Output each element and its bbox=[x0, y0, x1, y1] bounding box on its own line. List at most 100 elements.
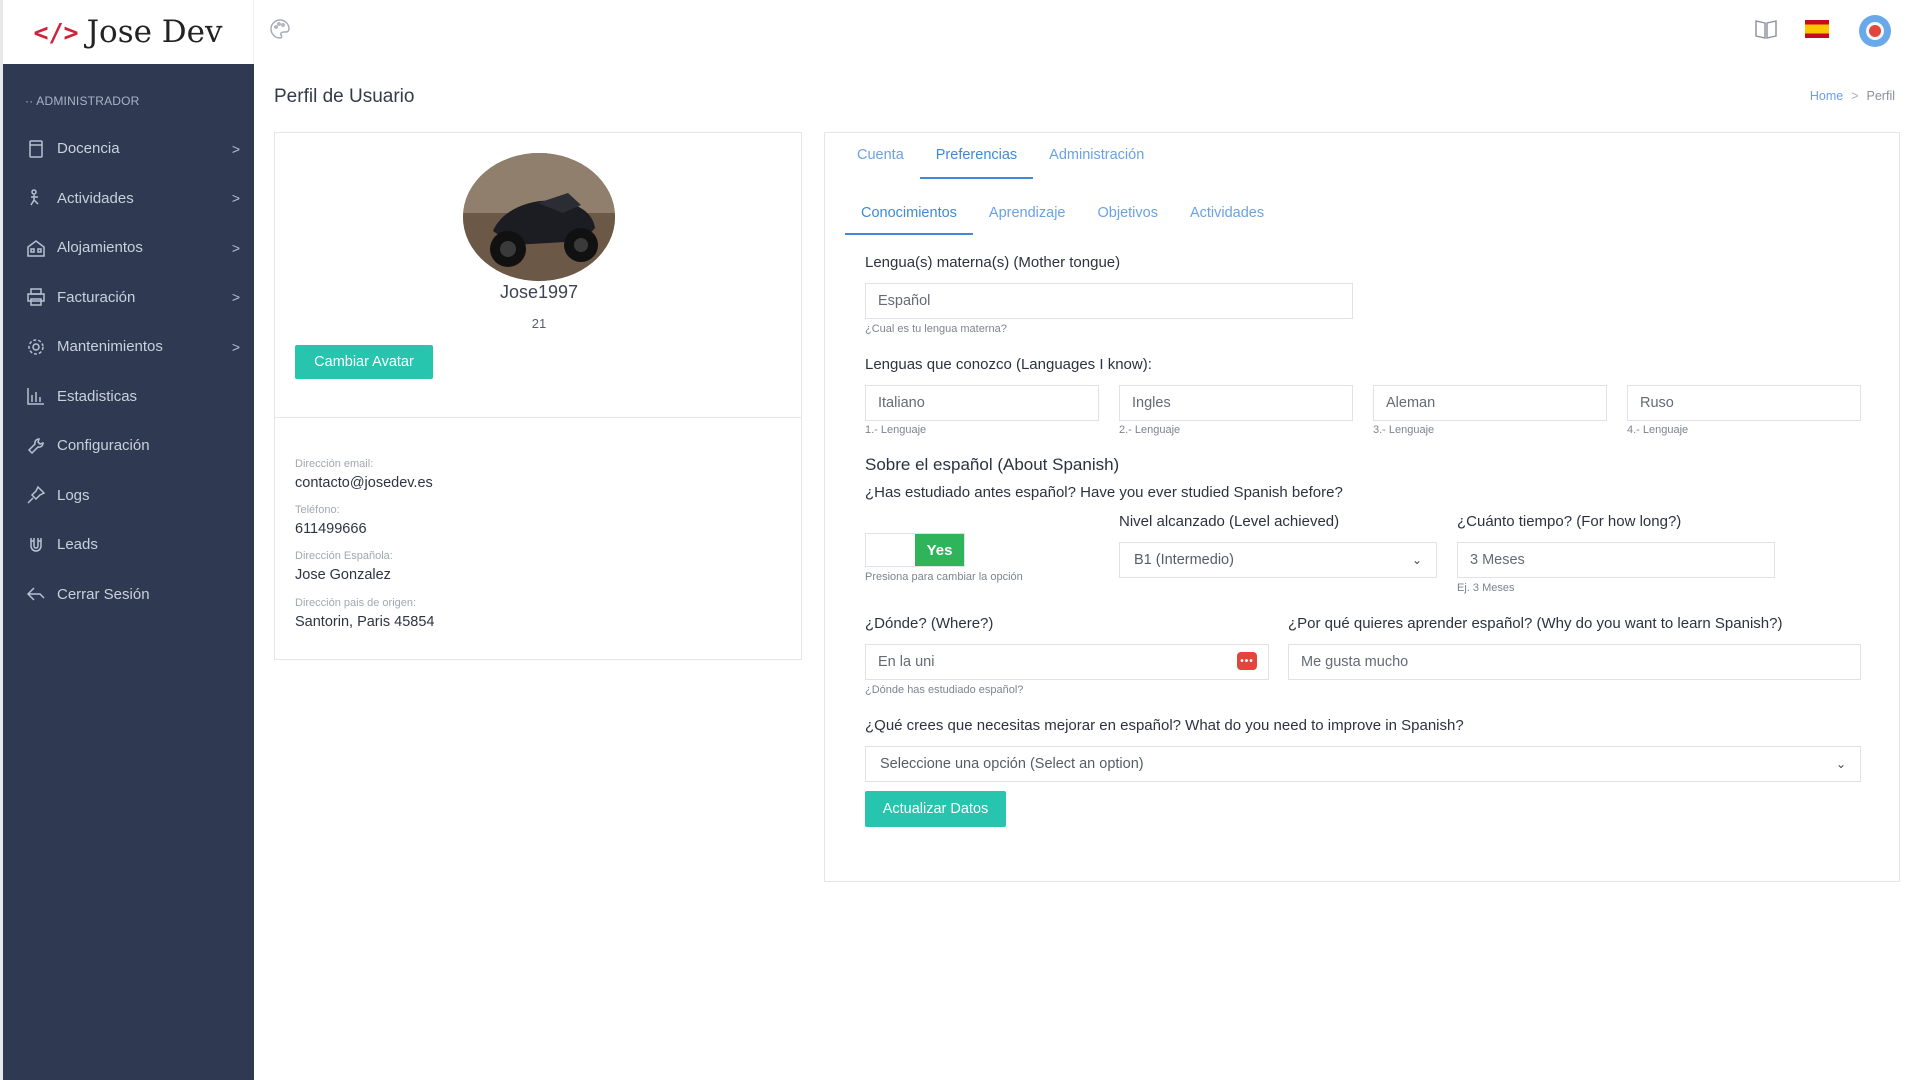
spanish-address-label: Dirección Española: bbox=[295, 550, 393, 562]
known-languages-label: Lenguas que conozco (Languages I know): bbox=[865, 356, 1152, 373]
improve-placeholder: Seleccione una opción (Select an option) bbox=[880, 756, 1144, 772]
profile-card: Jose1997 21 Cambiar Avatar Dirección ema… bbox=[274, 132, 802, 660]
sidebar-item-mantenimientos[interactable]: Mantenimientos > bbox=[3, 322, 254, 372]
profile-divider bbox=[275, 417, 801, 418]
language-1-input[interactable] bbox=[865, 385, 1099, 421]
breadcrumb-home-link[interactable]: Home bbox=[1810, 89, 1843, 103]
origin-address-label: Dirección pais de origen: bbox=[295, 597, 417, 609]
tab-cuenta[interactable]: Cuenta bbox=[841, 143, 920, 179]
topbar bbox=[254, 0, 1905, 64]
email-label: Dirección email: bbox=[295, 458, 374, 470]
sidebar-item-docencia[interactable]: Docencia > bbox=[3, 124, 254, 174]
subtab-actividades[interactable]: Actividades bbox=[1174, 201, 1280, 235]
improve-label: ¿Qué crees que necesitas mejorar en espa… bbox=[865, 717, 1464, 734]
breadcrumb-current: Perfil bbox=[1866, 89, 1895, 103]
level-selected-value: B1 (Intermedio) bbox=[1134, 552, 1234, 568]
code-brackets-icon: </> bbox=[33, 17, 79, 47]
chevron-right-icon: > bbox=[231, 140, 240, 157]
page-title: Perfil de Usuario bbox=[274, 86, 415, 107]
mother-tongue-hint: ¿Cual es tu lengua materna? bbox=[865, 323, 1007, 335]
sidebar-item-label: Estadisticas bbox=[57, 387, 138, 405]
book-icon[interactable] bbox=[1753, 16, 1779, 42]
chevron-right-icon: > bbox=[231, 338, 240, 355]
toggle-hint: Presiona para cambiar la opción bbox=[865, 571, 1023, 583]
duration-hint: Ej. 3 Meses bbox=[1457, 582, 1515, 594]
sidebar-item-label: Facturación bbox=[57, 288, 136, 306]
main-tabs: Cuenta Preferencias Administración bbox=[841, 143, 1160, 179]
sidebar-item-label: Cerrar Sesión bbox=[57, 585, 150, 603]
sidebar-item-logs[interactable]: Logs bbox=[3, 471, 254, 521]
sidebar-menu: Docencia > Actividades > Alojamientos > … bbox=[3, 124, 254, 619]
brand-name: Jose Dev bbox=[86, 14, 223, 50]
origin-address-value: Santorin, Paris 45854 bbox=[295, 614, 435, 630]
sidebar-item-label: Logs bbox=[57, 486, 90, 504]
sidebar-item-label: Configuración bbox=[57, 437, 150, 455]
sidebar-section-label: ·· ADMINISTRADOR bbox=[25, 94, 140, 108]
phone-label: Teléfono: bbox=[295, 504, 340, 516]
improve-select[interactable]: Seleccione una opción (Select an option)… bbox=[865, 746, 1861, 782]
studied-before-question: ¿Has estudiado antes español? Have you e… bbox=[865, 484, 1343, 501]
printer-icon bbox=[25, 286, 47, 308]
bar-chart-icon bbox=[25, 385, 47, 407]
sidebar-item-label: Actividades bbox=[57, 189, 134, 207]
sidebar-item-facturacion[interactable]: Facturación > bbox=[3, 273, 254, 323]
studied-before-toggle[interactable]: Yes bbox=[865, 533, 965, 567]
brand-logo[interactable]: </> Jose Dev bbox=[3, 0, 254, 64]
email-value: contacto@josedev.es bbox=[295, 475, 433, 491]
wrench-icon bbox=[25, 435, 47, 457]
where-label: ¿Dónde? (Where?) bbox=[865, 615, 994, 632]
profile-number: 21 bbox=[531, 316, 547, 331]
user-avatar[interactable] bbox=[1859, 15, 1891, 47]
mother-tongue-label: Lengua(s) materna(s) (Mother tongue) bbox=[865, 254, 1121, 271]
breadcrumb-separator: > bbox=[1851, 89, 1859, 103]
why-input[interactable] bbox=[1288, 644, 1861, 680]
sidebar-item-label: Leads bbox=[57, 536, 98, 554]
where-field-wrapper: ••• bbox=[865, 644, 1269, 680]
sidebar-item-leads[interactable]: Leads bbox=[3, 520, 254, 570]
level-select[interactable]: B1 (Intermedio) ⌄ bbox=[1119, 542, 1437, 578]
language-2-input[interactable] bbox=[1119, 385, 1353, 421]
toggle-yes-label: Yes bbox=[915, 534, 964, 566]
palette-icon[interactable] bbox=[269, 18, 291, 40]
mother-tongue-input[interactable] bbox=[865, 283, 1353, 319]
sub-tabs: Conocimientos Aprendizaje Objetivos Acti… bbox=[845, 201, 1280, 235]
spanish-address-value: Jose Gonzalez bbox=[295, 567, 391, 583]
subtab-conocimientos[interactable]: Conocimientos bbox=[845, 201, 973, 235]
sidebar-item-alojamientos[interactable]: Alojamientos > bbox=[3, 223, 254, 273]
change-avatar-button[interactable]: Cambiar Avatar bbox=[295, 345, 433, 379]
logout-icon bbox=[25, 583, 47, 605]
tab-preferencias[interactable]: Preferencias bbox=[919, 143, 1034, 179]
sidebar-item-cerrar-sesion[interactable]: Cerrar Sesión bbox=[3, 570, 254, 620]
where-input[interactable] bbox=[865, 644, 1269, 680]
toggle-knob bbox=[866, 534, 915, 566]
phone-value: 611499666 bbox=[295, 521, 367, 537]
subtab-aprendizaje[interactable]: Aprendizaje bbox=[973, 201, 1082, 235]
chevron-right-icon: > bbox=[231, 289, 240, 306]
sidebar-item-configuracion[interactable]: Configuración bbox=[3, 421, 254, 471]
sidebar: </> Jose Dev ·· ADMINISTRADOR Docencia >… bbox=[0, 0, 254, 1080]
breadcrumb: Home > Perfil bbox=[1810, 89, 1895, 103]
document-icon bbox=[25, 138, 47, 160]
language-3-input[interactable] bbox=[1373, 385, 1607, 421]
sidebar-item-label: Docencia bbox=[57, 140, 120, 158]
avatar-badge bbox=[1869, 25, 1881, 37]
password-manager-icon[interactable]: ••• bbox=[1237, 652, 1257, 670]
level-label: Nivel alcanzado (Level achieved) bbox=[1119, 513, 1340, 530]
pin-icon bbox=[25, 484, 47, 506]
language-4-input[interactable] bbox=[1627, 385, 1861, 421]
sidebar-item-actividades[interactable]: Actividades > bbox=[3, 174, 254, 224]
duration-label: ¿Cuánto tiempo? (For how long?) bbox=[1457, 513, 1682, 530]
subtab-objetivos[interactable]: Objetivos bbox=[1082, 201, 1174, 235]
tab-administracion[interactable]: Administración bbox=[1033, 143, 1160, 179]
language-3-hint: 3.- Lenguaje bbox=[1373, 424, 1435, 436]
chevron-right-icon: > bbox=[231, 239, 240, 256]
profile-avatar-image bbox=[463, 153, 615, 281]
duration-input[interactable] bbox=[1457, 542, 1775, 578]
preferences-card: Cuenta Preferencias Administración Conoc… bbox=[824, 132, 1900, 882]
spain-flag-icon[interactable] bbox=[1805, 20, 1829, 38]
sidebar-item-estadisticas[interactable]: Estadisticas bbox=[3, 372, 254, 422]
update-data-button[interactable]: Actualizar Datos bbox=[865, 791, 1006, 827]
sidebar-item-label: Mantenimientos bbox=[57, 338, 163, 356]
chevron-right-icon: > bbox=[231, 190, 240, 207]
why-label: ¿Por qué quieres aprender español? (Why … bbox=[1288, 615, 1783, 632]
